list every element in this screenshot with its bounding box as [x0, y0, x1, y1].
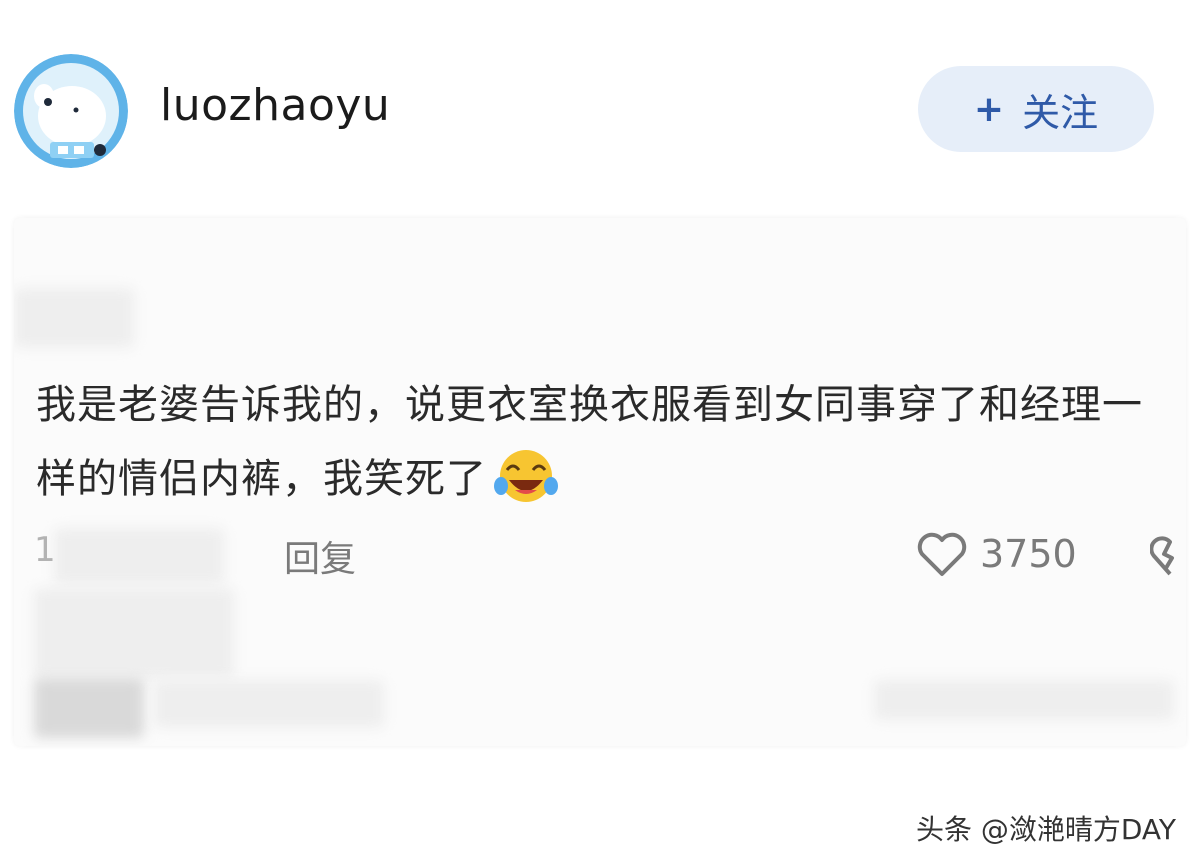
comment-text: 我是老婆告诉我的，说更衣室换衣服看到女同事穿了和经理一样的情侣内裤，我笑死了 — [36, 368, 1176, 516]
like-count: 3750 — [980, 532, 1077, 576]
blurred-region-footer — [154, 680, 384, 728]
blurred-region-subcomment — [34, 588, 234, 678]
blurred-region-right — [874, 680, 1174, 720]
blurred-region-avatar — [34, 678, 144, 738]
laughing-tears-emoji-icon — [494, 450, 558, 502]
post-header: luozhaoyu + 关注 — [0, 0, 1200, 200]
broken-heart-icon[interactable] — [1150, 534, 1186, 578]
user-avatar[interactable] — [14, 54, 128, 168]
blurred-region-top — [14, 288, 134, 348]
comment-meta-row: 1 回复 3750 — [14, 530, 1186, 580]
heart-icon[interactable] — [916, 532, 968, 578]
comment-time: 1 — [34, 530, 56, 570]
follow-label: 关注 — [1022, 90, 1099, 135]
plus-icon: + — [973, 88, 1005, 130]
comment-card: 我是老婆告诉我的，说更衣室换衣服看到女同事穿了和经理一样的情侣内裤，我笑死了 1… — [14, 218, 1186, 746]
follow-button[interactable]: + 关注 — [918, 66, 1154, 152]
polar-bear-astronaut-avatar-icon — [14, 54, 128, 168]
watermark: 头条 @潋滟晴方DAY — [915, 813, 1176, 846]
comment-body: 我是老婆告诉我的，说更衣室换衣服看到女同事穿了和经理一样的情侣内裤，我笑死了 — [36, 382, 1143, 502]
reply-button[interactable]: 回复 — [284, 530, 356, 582]
username[interactable]: luozhaoyu — [160, 80, 390, 131]
